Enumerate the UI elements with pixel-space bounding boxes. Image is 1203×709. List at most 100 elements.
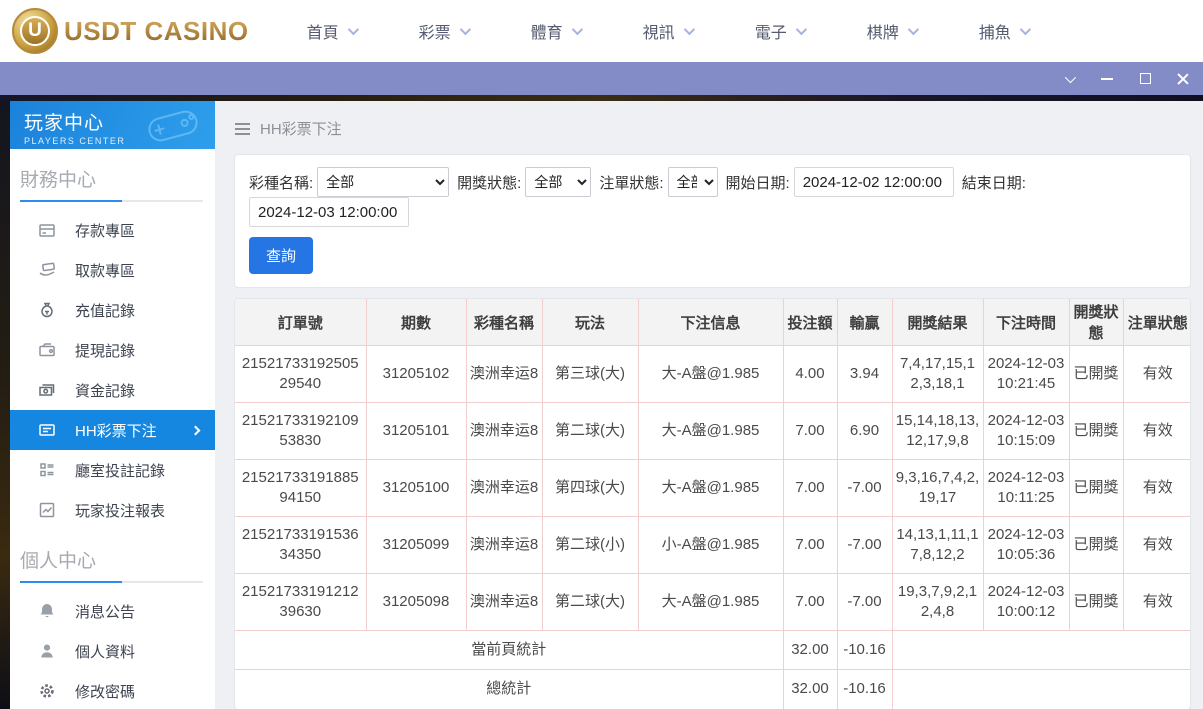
cell-draw-status: 已開獎: [1068, 573, 1124, 631]
cell-bet-amount: 7.00: [782, 516, 838, 574]
nav-item-boardgames[interactable]: 棋牌: [867, 9, 919, 53]
nav-item-fishing[interactable]: 捕魚: [979, 9, 1031, 53]
logo-text: USDT CASINO: [64, 15, 249, 46]
cell-draw-result: 14,13,1,11,17,8,12,2: [891, 516, 984, 574]
cell-bet-info: 大-A盤@1.985: [637, 345, 784, 403]
cell-order-status: 有效: [1122, 402, 1190, 460]
sidebar-item-deposit[interactable]: 存款專區: [10, 210, 215, 250]
nav-item-video[interactable]: 視訊: [643, 9, 695, 53]
cell-order-status: 有效: [1122, 516, 1190, 574]
cell-order-status: 有效: [1122, 459, 1190, 517]
bets-table: 訂單號 期數 彩種名稱 玩法 下注信息 投注額 輸贏 開獎結果 下注時間 開獎狀…: [235, 299, 1190, 709]
cell-lottery-name: 澳洲幸运8: [465, 516, 543, 574]
sidebar: 玩家中心 PLAYERS CENTER 財務中心 存款專區 取款專區 充值記錄 …: [10, 101, 215, 709]
cell-draw-status: 已開獎: [1068, 402, 1124, 460]
cell-lottery-name: 澳洲幸运8: [465, 402, 543, 460]
cell-draw-result: 9,3,16,7,4,2,19,17: [891, 459, 984, 517]
main-nav: 首頁 彩票 體育 視訊 電子 棋牌 捕魚: [307, 9, 1091, 53]
withdraw-icon: [39, 262, 55, 276]
window-minimize-button[interactable]: [1099, 71, 1115, 87]
cell-order-status: 有效: [1122, 345, 1190, 403]
lottery-name-select[interactable]: 全部: [317, 167, 450, 197]
header-bet-time: 下注時間: [982, 299, 1070, 346]
cell-order-no: 2152173319188594150: [235, 459, 367, 517]
sidebar-item-hh-lottery-bets[interactable]: HH彩票下注: [10, 410, 215, 450]
cell-play-type: 第三球(大): [541, 345, 639, 403]
header-play-type: 玩法: [541, 299, 639, 346]
sidebar-item-recharge-records[interactable]: 充值記錄: [10, 290, 215, 330]
nav-item-lottery[interactable]: 彩票: [419, 9, 471, 53]
section-divider: [20, 200, 203, 202]
deposit-icon: [39, 224, 55, 237]
sidebar-item-change-password[interactable]: 修改密碼: [10, 671, 215, 709]
header-order-status: 注單狀態: [1122, 299, 1190, 346]
summary-bet-total: 32.00: [782, 669, 838, 709]
chevron-down-icon: [571, 23, 583, 36]
page-summary-row: 當前頁統計 32.00 -10.16: [235, 630, 1190, 670]
end-date-label: 結束日期:: [961, 174, 1026, 192]
logo-letter: U: [20, 16, 50, 46]
logo[interactable]: U USDT CASINO: [12, 8, 249, 54]
order-status-select[interactable]: 全部: [667, 167, 718, 197]
cell-bet-amount: 7.00: [782, 459, 838, 517]
cell-play-type: 第四球(大): [541, 459, 639, 517]
sidebar-item-announcements[interactable]: 消息公告: [10, 591, 215, 631]
window-maximize-button[interactable]: [1137, 71, 1153, 87]
nav-item-electronic[interactable]: 電子: [755, 9, 807, 53]
cell-order-no: 2152173319250529540: [235, 345, 367, 403]
cell-draw-result: 15,14,18,13,12,17,9,8: [891, 402, 984, 460]
wallet-icon: [39, 343, 55, 357]
header-bet-amount: 投注額: [782, 299, 838, 346]
header-period: 期數: [365, 299, 467, 346]
sidebar-item-withdraw[interactable]: 取款專區: [10, 250, 215, 290]
cell-bet-time: 2024-12-03 10:11:25: [982, 459, 1070, 517]
window-close-button[interactable]: [1175, 71, 1191, 87]
grand-summary-row: 總統計 32.00 -10.16: [235, 669, 1190, 709]
table-row: 2152173319153634350 31205099 澳洲幸运8 第二球(小…: [235, 516, 1190, 574]
cell-play-type: 第二球(小): [541, 516, 639, 574]
cell-draw-status: 已開獎: [1068, 516, 1124, 574]
cell-win-loss: 6.90: [836, 402, 893, 460]
cell-win-loss: 3.94: [836, 345, 893, 403]
start-date-label: 開始日期:: [725, 174, 790, 192]
chevron-down-icon: [795, 23, 807, 36]
cell-bet-time: 2024-12-03 10:00:12: [982, 573, 1070, 631]
bets-table-panel: 訂單號 期數 彩種名稱 玩法 下注信息 投注額 輸贏 開獎結果 下注時間 開獎狀…: [234, 298, 1191, 709]
close-icon: [1177, 73, 1189, 85]
window-dropdown-button[interactable]: [1061, 71, 1077, 87]
header-lottery-name: 彩種名稱: [465, 299, 543, 346]
cell-play-type: 第二球(大): [541, 402, 639, 460]
cell-win-loss: -7.00: [836, 516, 893, 574]
lottery-name-label: 彩種名稱:: [249, 174, 314, 192]
table-row: 2152173319121239630 31205098 澳洲幸运8 第二球(大…: [235, 573, 1190, 631]
summary-label: 當前頁統計: [235, 630, 784, 670]
sidebar-item-profile[interactable]: 個人資料: [10, 631, 215, 671]
sidebar-header: 玩家中心 PLAYERS CENTER: [10, 101, 215, 149]
summary-winloss-total: -10.16: [836, 630, 893, 670]
table-header-row: 訂單號 期數 彩種名稱 玩法 下注信息 投注額 輸贏 開獎結果 下注時間 開獎狀…: [235, 299, 1190, 346]
start-date-input[interactable]: [793, 167, 954, 197]
header-draw-status: 開獎狀態: [1068, 299, 1124, 346]
sidebar-item-player-bet-report[interactable]: 玩家投注報表: [10, 490, 215, 530]
cell-win-loss: -7.00: [836, 573, 893, 631]
maximize-icon: [1139, 73, 1151, 84]
end-date-input[interactable]: [249, 197, 409, 227]
draw-status-select[interactable]: 全部: [525, 167, 592, 197]
sidebar-item-fund-records[interactable]: 資金記錄: [10, 370, 215, 410]
chevron-down-icon: [1064, 71, 1077, 83]
menu-toggle-icon[interactable]: [235, 122, 250, 135]
header-bet-info: 下注信息: [637, 299, 784, 346]
banknotes-icon: [39, 384, 55, 396]
sidebar-item-hall-bet-records[interactable]: 廳室投註記錄: [10, 450, 215, 490]
cell-bet-info: 大-A盤@1.985: [637, 459, 784, 517]
list-records-icon: [40, 463, 54, 477]
cell-bet-amount: 7.00: [782, 402, 838, 460]
header-draw-result: 開獎結果: [891, 299, 984, 346]
chevron-down-icon: [683, 23, 695, 36]
nav-item-home[interactable]: 首頁: [307, 9, 359, 53]
sidebar-item-cashout-records[interactable]: 提現記錄: [10, 330, 215, 370]
search-button[interactable]: 查詢: [249, 237, 314, 274]
cell-play-type: 第二球(大): [541, 573, 639, 631]
cell-lottery-name: 澳洲幸运8: [465, 459, 543, 517]
nav-item-sports[interactable]: 體育: [531, 9, 583, 53]
